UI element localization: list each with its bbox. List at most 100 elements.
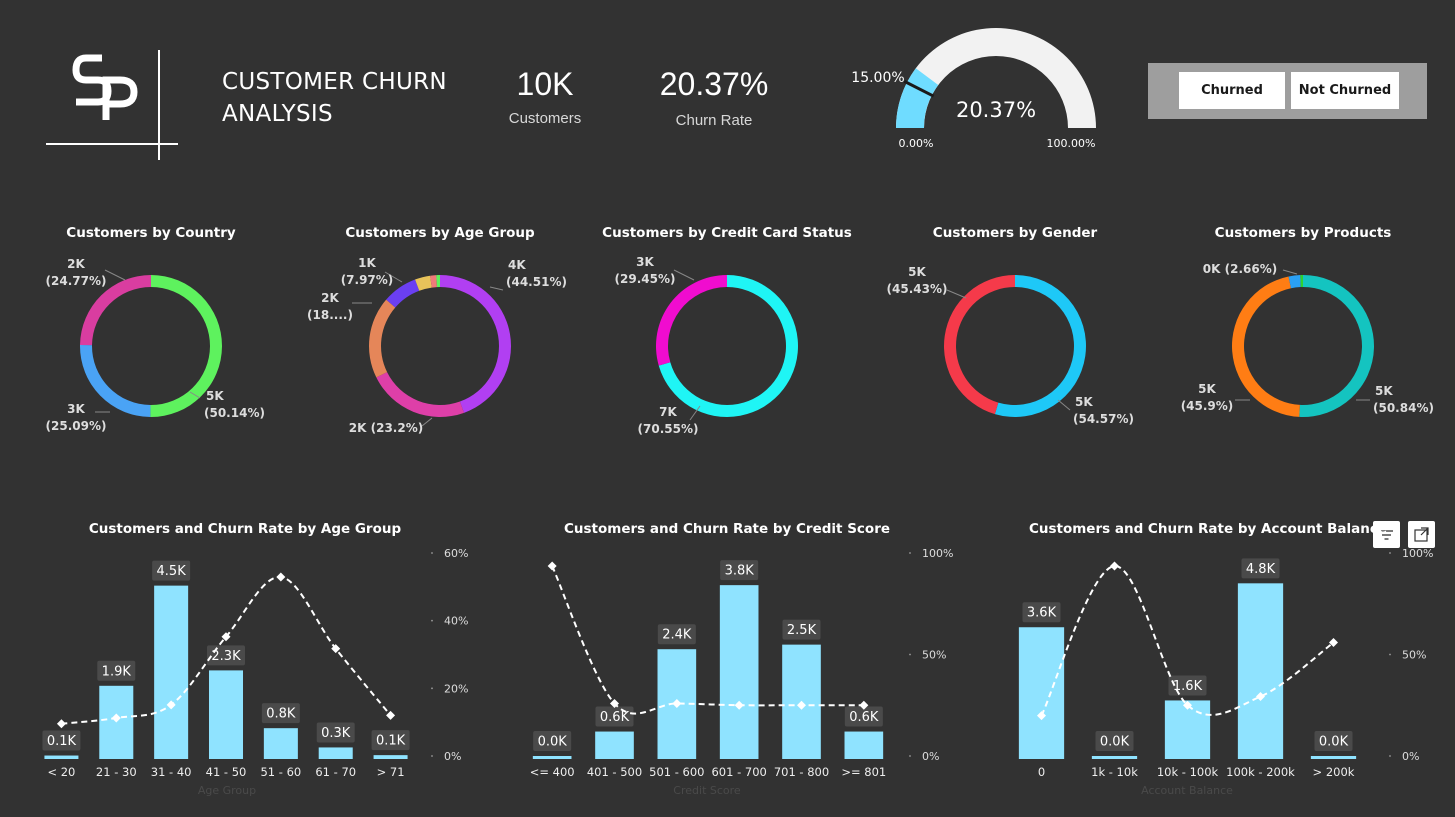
donut-leader-line: [1282, 269, 1298, 275]
donut-chart-0: Customers by Country 5K (50.14%) 3K (25.09%)…: [46, 225, 265, 433]
donut-title: Customers by Age Group: [345, 225, 535, 241]
bar-label-bg: [1095, 731, 1134, 751]
donut-slice-pct: (54.57%): [1073, 412, 1134, 426]
y2-tick-label: 0%: [1402, 750, 1419, 763]
donut-slice: [80, 275, 151, 346]
bar: [373, 755, 408, 759]
donut-slice-label: 2K: [321, 291, 339, 305]
bar-value-label: 2.3K: [211, 649, 241, 664]
x-category-label: 701 - 800: [774, 765, 829, 779]
donut-slice-label: 5K: [1075, 395, 1093, 409]
donut-leader-line: [689, 405, 701, 421]
x-category-label: 41 - 50: [206, 765, 247, 779]
donut-slice-pct: (50.14%): [204, 406, 265, 420]
bar: [1164, 700, 1211, 759]
bar-value-label: 2.4K: [662, 628, 692, 643]
bar-value-label: 1.9K: [102, 664, 132, 679]
donut-slice: [430, 275, 437, 288]
bar-label-bg: [152, 560, 191, 581]
donut-slice: [436, 275, 440, 288]
bar-label-bg: [720, 560, 759, 581]
y2-tick-label: 50%: [1402, 649, 1426, 662]
y2-tick-label: 0%: [922, 750, 939, 763]
bar-value-label: 0.0K: [538, 735, 568, 750]
focus-mode-icon[interactable]: [1408, 521, 1435, 548]
churn-rate-point: [1256, 692, 1265, 701]
y2-tick-label: 50%: [922, 649, 946, 662]
churn-rate-point: [1183, 700, 1192, 710]
donut-slice-pct: (45.43%): [887, 282, 948, 296]
bar-value-label: 0.0K: [1100, 735, 1130, 750]
churn-rate-line: [61, 576, 392, 725]
bar-label-bg: [42, 730, 81, 751]
churn-rate-line: [1040, 564, 1335, 717]
axis-tick-dot: [431, 552, 433, 554]
bar-label-bg: [1241, 558, 1280, 579]
x-category-label: 401 - 500: [587, 765, 642, 779]
x-category-label: 501 - 600: [649, 765, 704, 779]
churn-rate-point: [610, 698, 619, 708]
donut-slice-label: 5K: [1375, 384, 1393, 398]
slicer-not-churned-button[interactable]: Not Churned: [1291, 72, 1399, 109]
donut-slice: [386, 279, 420, 308]
donut-slice-label: 5K: [206, 389, 224, 403]
donut-slice: [1288, 275, 1301, 289]
combo-chart-0: Customers and Churn Rate by Age Group 0% 2…: [42, 521, 468, 797]
bar: [1091, 756, 1138, 759]
axis-tick-dot: [431, 687, 433, 690]
donut-slice: [1300, 275, 1303, 288]
donut-slice-pct: (44.51%): [506, 275, 567, 289]
gauge-min-label: 0.00%: [899, 137, 934, 150]
logo: [46, 46, 180, 162]
bar-label-bg: [533, 731, 572, 751]
bar-value-label: 0.0K: [1319, 735, 1349, 750]
x-category-label: 601 - 700: [711, 765, 766, 779]
bar-label-bg: [97, 660, 136, 681]
kpi-churn-rate: 20.37% Churn Rate: [649, 66, 779, 129]
gauge-value-label: 20.37%: [956, 98, 1036, 122]
donut-leader-line: [189, 391, 201, 399]
bar: [1310, 756, 1357, 759]
x-category-label: < 20: [47, 765, 75, 779]
bar: [595, 731, 634, 759]
donut-leader-line: [673, 269, 695, 281]
bar: [719, 585, 759, 759]
combo-title: Customers and Churn Rate by Credit Score: [564, 521, 890, 537]
bar-label-bg: [844, 706, 883, 727]
axis-tick-dot: [1389, 653, 1391, 656]
donut-leader-line: [421, 417, 433, 427]
bar-label-bg: [261, 703, 300, 724]
churn-gauge: 20.37% 15.00% 0.00% 100.00%: [851, 28, 1096, 150]
x-category-label: 51 - 60: [260, 765, 301, 779]
donut-slice: [440, 275, 511, 413]
donut-slice: [376, 372, 465, 417]
page-title: CUSTOMER CHURN ANALYSIS: [222, 66, 447, 130]
donut-slice: [656, 275, 727, 366]
donut-chart-2: Customers by Credit Card Status 7K (70.55%…: [602, 225, 852, 436]
churn-rate-point: [797, 700, 806, 710]
churn-rate-point: [1110, 561, 1119, 571]
churn-rate-point: [672, 698, 682, 708]
axis-tick-dot: [1389, 755, 1391, 757]
donut-title: Customers by Credit Card Status: [602, 225, 852, 241]
donut-slice-pct: (24.77%): [46, 274, 107, 288]
bar-value-label: 0.3K: [321, 726, 351, 741]
donut-title: Customers by Country: [66, 225, 236, 241]
donut-leader-line: [1057, 399, 1071, 411]
bar: [1018, 627, 1065, 759]
donut-leader-line: [489, 286, 504, 291]
title-line-1: CUSTOMER CHURN: [222, 69, 447, 95]
bar: [154, 585, 189, 759]
bar-value-label: 4.8K: [1246, 562, 1276, 577]
y2-tick-label: 20%: [444, 682, 468, 695]
slicer-churned-button[interactable]: Churned: [1179, 72, 1285, 109]
bar: [657, 649, 697, 759]
x-category-label: <= 400: [530, 765, 575, 779]
x-category-label: > 71: [377, 765, 405, 779]
filter-icon[interactable]: [1373, 521, 1400, 548]
bar-value-label: 4.5K: [157, 564, 187, 579]
bar-label-bg: [371, 730, 410, 751]
churn-rate-point: [734, 700, 744, 710]
bar: [44, 755, 79, 759]
donut-slice-pct: (18....): [307, 308, 353, 322]
